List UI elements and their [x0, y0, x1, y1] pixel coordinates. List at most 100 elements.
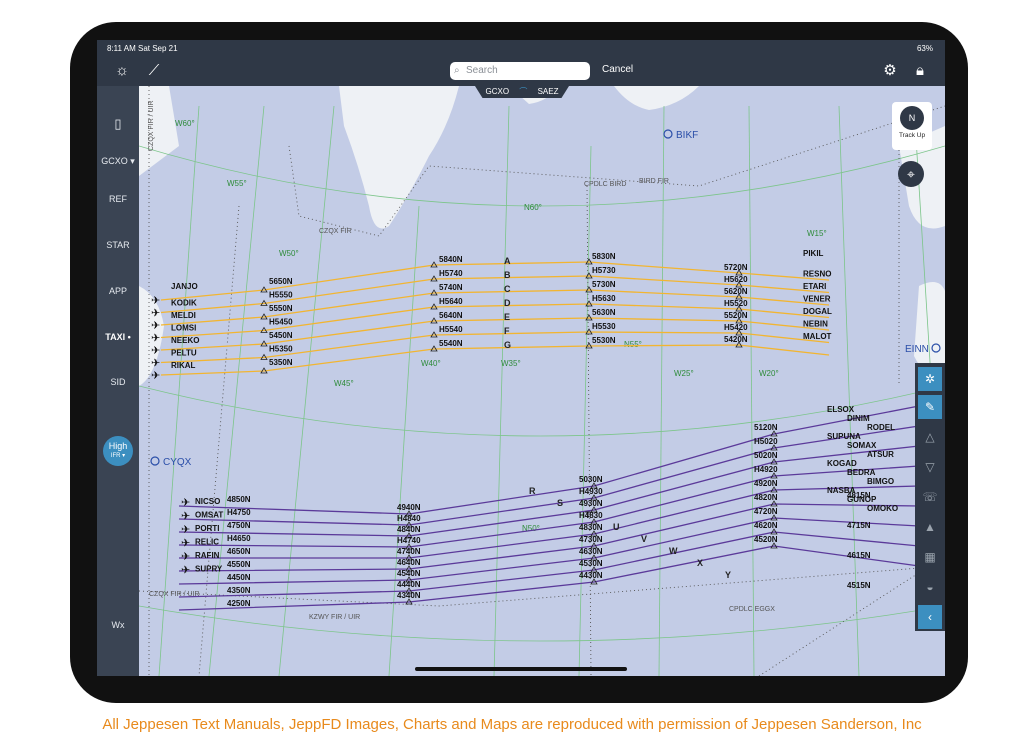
aircraft-icon: ✈ [151, 295, 160, 307]
locate-icon[interactable]: ⌖ [898, 161, 924, 187]
search-icon: ⌕ [454, 65, 460, 76]
collapse-chevron-icon[interactable]: ‹ [918, 605, 942, 629]
draw-pen-icon[interactable]: ✎ [918, 395, 942, 419]
north-east-fix: PIKIL [803, 249, 824, 258]
south-w50-label: 4450N [227, 573, 251, 582]
svg-text:W45°: W45° [334, 379, 354, 388]
south-w30-label: 4830N [579, 523, 603, 532]
sidebar-item-wx[interactable]: Wx [97, 620, 139, 630]
south-track-letter: W [669, 546, 678, 556]
north-w50-label: 5450N [269, 331, 293, 340]
sidebar-item-sid[interactable]: SID [97, 377, 139, 387]
south-track-letter: Y [725, 570, 731, 580]
copyright-credit: All Jeppesen Text Manuals, JeppFD Images… [102, 716, 922, 733]
south-west-fix: RAFIN [195, 551, 220, 560]
airspace-icon[interactable]: ▦ [918, 545, 942, 569]
south-east-fix: ATSUR [867, 450, 894, 459]
weather-icon[interactable]: ◒ [918, 575, 942, 599]
svg-text:CPDLC BIRD: CPDLC BIRD [584, 181, 626, 188]
south-w20-label: 4620N [754, 521, 778, 530]
north-w40-label: 5540N [439, 339, 463, 348]
compass-north: N [908, 113, 916, 123]
search-placeholder: Search [466, 65, 498, 76]
north-west-fix: NEEKO [171, 336, 199, 345]
north-w40-label: 5840N [439, 255, 463, 264]
aircraft-icon: ✈ [151, 308, 160, 320]
south-w50-label: 4850N [227, 495, 251, 504]
svg-text:W25°: W25° [674, 369, 694, 378]
svg-text:W60°: W60° [175, 119, 195, 128]
waypoint-icon[interactable]: ▽ [918, 455, 942, 479]
north-track-letter: B [504, 270, 511, 280]
north-w40-label: H5640 [439, 297, 463, 306]
north-w50-label: H5550 [269, 291, 293, 300]
terrain-icon[interactable]: ▲ [918, 515, 942, 539]
lock-icon[interactable]: 🔒︎ [911, 62, 929, 80]
south-w30-label: 4630N [579, 547, 603, 556]
svg-text:W15°: W15° [807, 229, 827, 238]
sidebar-item-app[interactable]: APP [97, 286, 139, 296]
gear-icon[interactable]: ⚙ [881, 62, 899, 80]
route-tab[interactable]: GCXO ⌒ SAEZ [475, 86, 569, 98]
south-west-fix: RELIC [195, 538, 219, 547]
map-settings-icon[interactable]: ✲ [918, 367, 942, 391]
svg-text:W20°: W20° [759, 369, 779, 378]
sidebar-item-ref[interactable]: REF [97, 194, 139, 204]
south-w20-label: 4920N [754, 479, 778, 488]
airport-label-einn: EINN [905, 344, 929, 355]
south-west-fix: OMSAT [195, 511, 223, 520]
enroute-map[interactable]: CZQX FIR / UIR CZQX FIR BIRD FIR CPDLC BI… [139, 86, 945, 676]
route-destination: SAEZ [537, 87, 559, 96]
north-track-letter: E [504, 312, 510, 322]
south-east-fix: DINIM [847, 414, 870, 423]
north-w30-label: H5730 [592, 266, 616, 275]
north-track-letter: A [504, 256, 511, 266]
north-track-letter: G [504, 340, 511, 350]
map-tools-panel: ✲ ✎ △ ▽ ☏ ▲ ▦ ◒ ‹ [915, 363, 945, 631]
south-w15-label: 4515N [847, 581, 871, 590]
north-w40-label: H5740 [439, 269, 463, 278]
north-w20-label: 5620N [724, 287, 748, 296]
triangle-icon[interactable]: △ [918, 425, 942, 449]
north-east-fix: MALOT [803, 332, 832, 341]
north-w40-label: H5540 [439, 325, 463, 334]
south-w50-label: 4250N [227, 599, 251, 608]
north-w20-label: H5620 [724, 275, 748, 284]
track-up-button[interactable]: N Track Up [892, 102, 932, 150]
brightness-icon[interactable]: ☼ [113, 62, 131, 80]
sidebar-item-taxi[interactable]: TAXI • [97, 332, 139, 342]
sidebar-item-star[interactable]: STAR [97, 240, 139, 250]
document-icon[interactable]: ▯ [97, 116, 139, 132]
north-track-letter: C [504, 284, 511, 294]
north-west-fix: KODIK [171, 299, 197, 308]
sidebar-airport-select[interactable]: GCXO ▾ [97, 156, 139, 167]
top-toolbar: ☼ ⟋ ⌕ Search Cancel ⚙ 🔒︎ [97, 56, 945, 86]
svg-text:CZQX FIR / UIR: CZQX FIR / UIR [148, 100, 155, 151]
svg-text:W35°: W35° [501, 359, 521, 368]
south-w50-label: 4350N [227, 586, 251, 595]
track-up-label: Track Up [898, 132, 926, 139]
south-w40-label: H4840 [397, 514, 421, 523]
south-east-fix: OMOKO [867, 504, 898, 513]
battery-indicator: 63% [916, 44, 933, 53]
south-west-fix: PORTI [195, 524, 219, 533]
layers-icon[interactable]: ⟋ [145, 62, 163, 80]
north-w50-label: 5650N [269, 277, 293, 286]
radio-icon[interactable]: ☏ [918, 485, 942, 509]
south-w40-label: 4640N [397, 558, 421, 567]
south-east-fix: SOMAX [847, 441, 877, 450]
south-w40-label: 4340N [397, 591, 421, 600]
app-screen: 8:11 AM Sat Sep 21 63% ☼ ⟋ ⌕ Search Canc… [97, 40, 945, 676]
aircraft-icon: ✈ [151, 345, 160, 357]
north-w30-label: 5530N [592, 336, 616, 345]
south-w50-label: 4550N [227, 560, 251, 569]
south-east-fix: NASBA [827, 486, 856, 495]
search-input[interactable]: ⌕ Search [450, 62, 590, 80]
south-w20-label: 5020N [754, 451, 778, 460]
aircraft-icon: ✈ [151, 370, 160, 382]
high-ifr-toggle[interactable]: High IFR ▾ [103, 436, 133, 466]
north-track-letter: D [504, 298, 511, 308]
cancel-button[interactable]: Cancel [602, 64, 633, 75]
svg-text:BIRD FIR: BIRD FIR [639, 178, 669, 185]
south-w40-label: 4740N [397, 547, 421, 556]
